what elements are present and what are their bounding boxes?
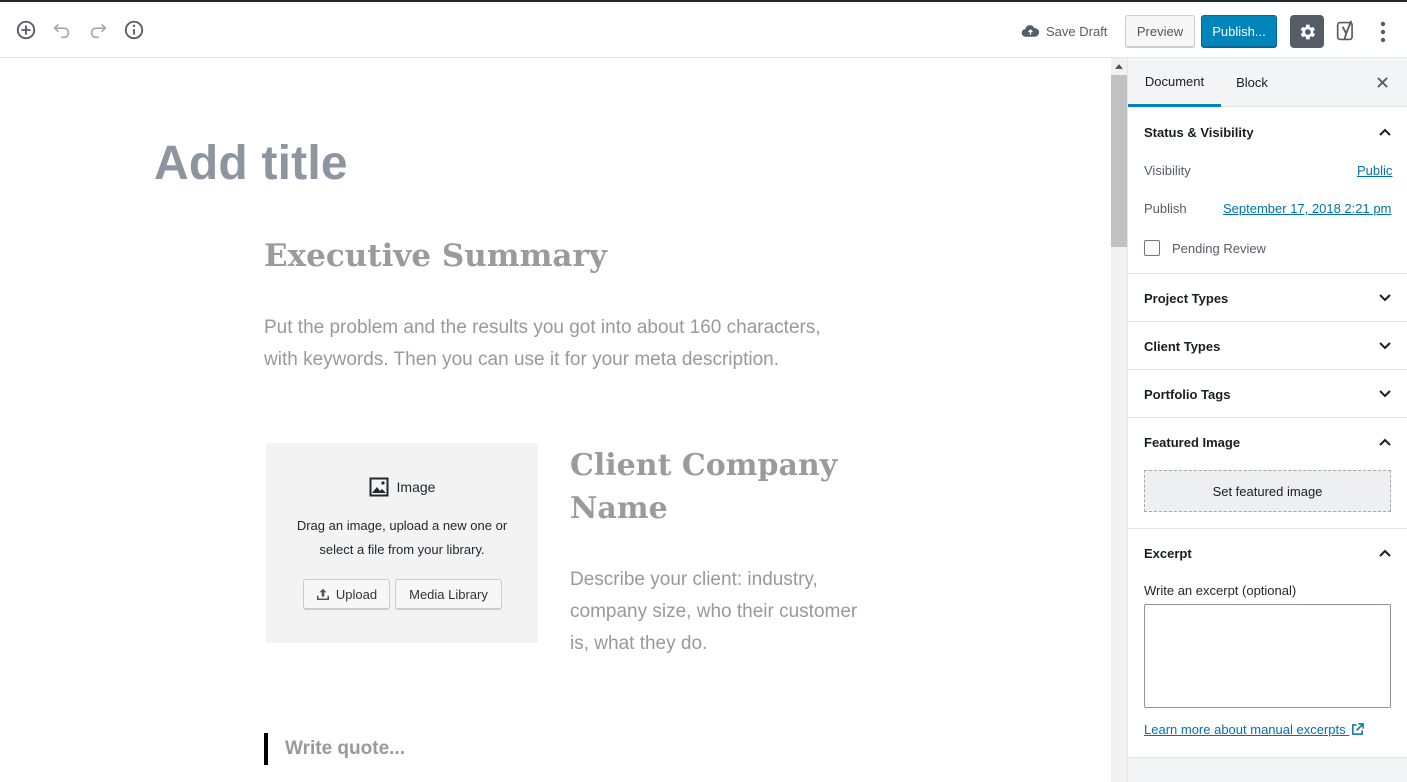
more-vertical-icon	[1380, 21, 1386, 43]
visibility-label: Visibility	[1144, 163, 1191, 178]
close-sidebar-button[interactable]	[1372, 72, 1392, 92]
publish-date-link[interactable]: September 17, 2018 2:21 pm	[1223, 201, 1391, 216]
excerpt-label: Write an excerpt (optional)	[1144, 583, 1297, 598]
gear-icon	[1300, 24, 1315, 39]
chevron-up-icon[interactable]	[1378, 435, 1392, 449]
excerpt-textarea[interactable]	[1144, 604, 1391, 708]
media-library-button[interactable]: Media Library	[395, 579, 502, 609]
pending-review-checkbox[interactable]	[1144, 240, 1160, 256]
image-block[interactable]: Image Drag an image, upload a new one or…	[266, 443, 538, 643]
editor-header: Save Draft Preview Publish...	[0, 0, 1407, 58]
settings-sidebar: Document Block Status & Visibility Visib…	[1127, 58, 1407, 782]
sidebar-footer	[1128, 758, 1407, 782]
settings-button[interactable]	[1290, 15, 1324, 48]
save-draft-button[interactable]: Save Draft	[1021, 20, 1107, 42]
info-icon[interactable]	[122, 18, 146, 42]
paragraph-block[interactable]: Put the problem and the results you got …	[264, 312, 824, 376]
panel-client-types[interactable]: Client Types	[1128, 322, 1407, 370]
quote-block[interactable]: Write quote...	[264, 733, 405, 765]
sidebar-tabs: Document Block	[1128, 58, 1407, 107]
more-options-button[interactable]	[1372, 19, 1394, 45]
scrollbar-thumb[interactable]	[1111, 75, 1127, 247]
featured-image-panel: Featured Image Set featured image	[1128, 418, 1407, 529]
panel-title[interactable]: Client Types	[1144, 339, 1220, 354]
close-icon	[1376, 76, 1388, 88]
redo-icon[interactable]	[86, 18, 110, 42]
add-block-icon[interactable]	[14, 18, 38, 42]
chevron-up-icon[interactable]	[1378, 125, 1392, 139]
chevron-down-icon[interactable]	[1378, 291, 1392, 305]
panel-title[interactable]: Featured Image	[1144, 435, 1240, 450]
external-link-icon	[1352, 723, 1365, 735]
excerpt-panel: Excerpt Write an excerpt (optional) Lear…	[1128, 529, 1407, 758]
heading-block[interactable]: Client Company Name	[570, 444, 870, 530]
upload-label: Upload	[335, 586, 378, 602]
panel-portfolio-tags[interactable]: Portfolio Tags	[1128, 370, 1407, 418]
panel-title[interactable]: Status & Visibility	[1144, 125, 1254, 140]
yoast-icon	[1336, 20, 1353, 41]
image-instructions: Drag an image, upload a new one or selec…	[296, 518, 508, 557]
undo-icon[interactable]	[50, 18, 74, 42]
learn-more-excerpts-link[interactable]: Learn more about manual excerpts	[1144, 722, 1365, 737]
panel-project-types[interactable]: Project Types	[1128, 274, 1407, 322]
chevron-down-icon[interactable]	[1378, 387, 1392, 401]
editor-scrollbar[interactable]	[1111, 58, 1127, 782]
editor-canvas: Add title Executive Summary Put the prob…	[0, 58, 1111, 782]
preview-button[interactable]: Preview	[1125, 15, 1195, 47]
visibility-link[interactable]: Public	[1357, 163, 1392, 178]
status-visibility-panel: Status & Visibility Visibility Public Pu…	[1128, 108, 1407, 274]
tab-block[interactable]: Block	[1221, 58, 1283, 107]
image-icon	[369, 477, 389, 497]
chevron-up-icon[interactable]	[1378, 546, 1392, 560]
save-draft-label: Save Draft	[1046, 23, 1108, 39]
tab-document[interactable]: Document	[1128, 58, 1221, 107]
post-title-input[interactable]: Add title	[154, 136, 348, 191]
cloud-icon	[1021, 25, 1040, 37]
publish-label: Publish	[1144, 201, 1187, 216]
pending-review-label[interactable]: Pending Review	[1172, 241, 1266, 256]
upload-icon	[316, 588, 329, 601]
publish-button[interactable]: Publish...	[1201, 15, 1277, 47]
image-block-label: Image	[266, 477, 538, 497]
chevron-down-icon[interactable]	[1378, 339, 1392, 353]
learn-more-label: Learn more about manual excerpts	[1144, 722, 1346, 737]
panel-title[interactable]: Project Types	[1144, 291, 1228, 306]
panel-title[interactable]: Portfolio Tags	[1144, 387, 1230, 402]
image-label-text: Image	[396, 479, 436, 495]
panel-title[interactable]: Excerpt	[1144, 546, 1192, 561]
paragraph-block[interactable]: Describe your client: industry, company …	[570, 564, 860, 660]
heading-block[interactable]: Executive Summary	[264, 238, 607, 274]
yoast-seo-button[interactable]	[1334, 17, 1360, 45]
set-featured-image-button[interactable]: Set featured image	[1144, 470, 1391, 512]
upload-button[interactable]: Upload	[303, 579, 390, 609]
scroll-up-arrow-icon[interactable]	[1111, 58, 1127, 74]
